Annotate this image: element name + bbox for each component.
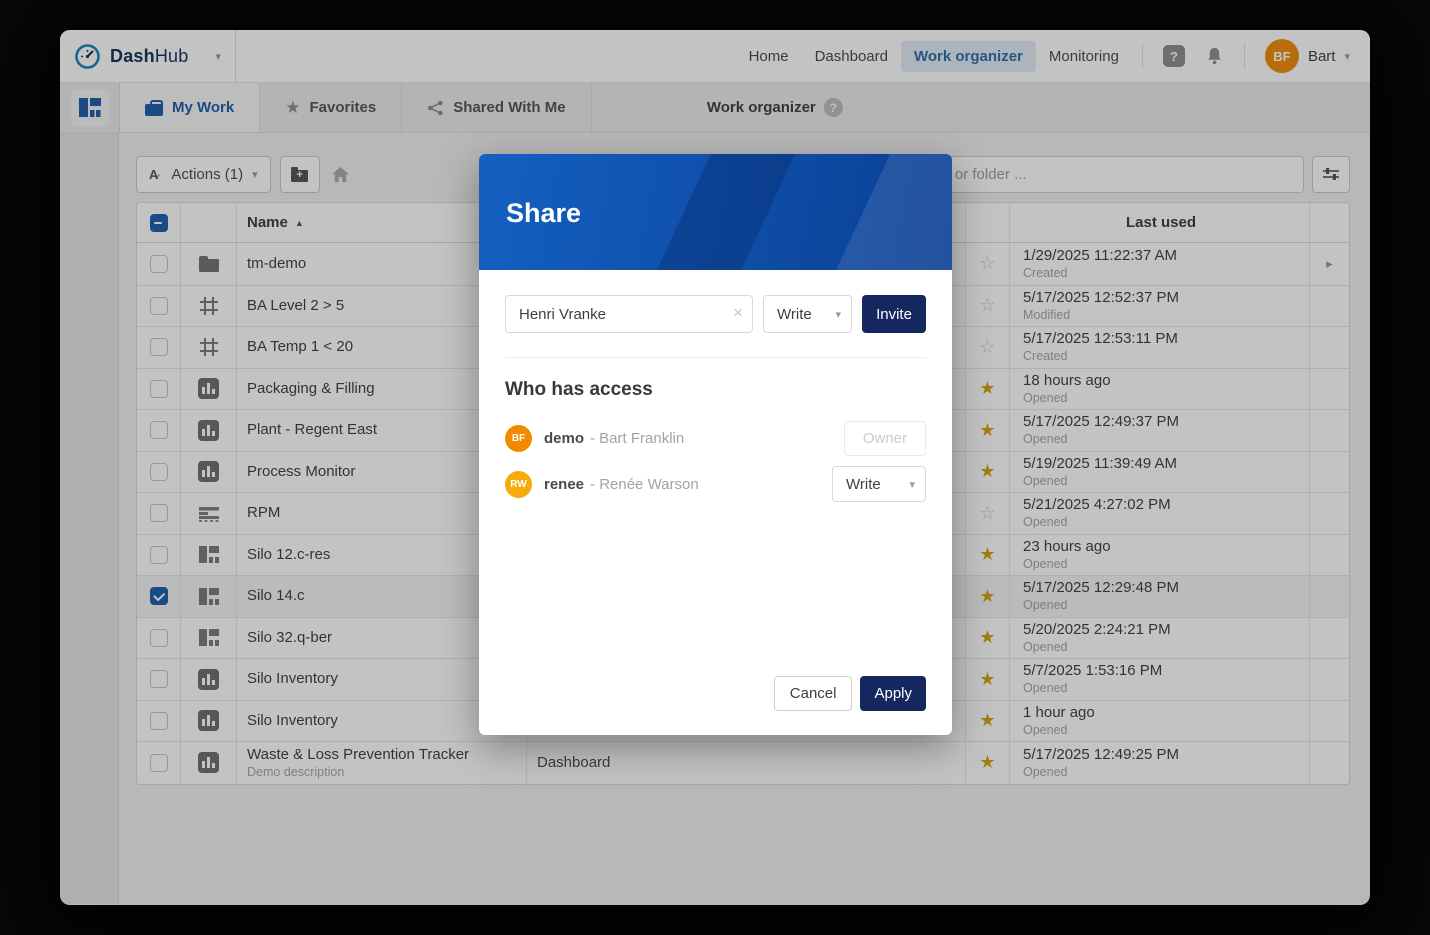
divider xyxy=(505,357,926,358)
permission-value: Write xyxy=(777,306,812,323)
invite-permission-select[interactable]: Write ▾ xyxy=(763,295,852,333)
share-modal: Share × Write ▾ Invite Who has access BF… xyxy=(479,154,952,735)
access-fullname: - Renée Warson xyxy=(590,476,699,493)
invite-button[interactable]: Invite xyxy=(862,295,926,333)
access-fullname: - Bart Franklin xyxy=(590,430,684,447)
access-username: renee xyxy=(544,476,584,493)
access-avatar: BF xyxy=(505,425,532,452)
access-row: RW renee - Renée Warson Write▾ xyxy=(505,461,926,507)
modal-title: Share xyxy=(506,198,952,229)
cancel-button[interactable]: Cancel xyxy=(774,676,853,711)
owner-role-button: Owner xyxy=(844,421,926,456)
invite-user-input[interactable] xyxy=(505,295,753,333)
access-avatar: RW xyxy=(505,471,532,498)
apply-button[interactable]: Apply xyxy=(860,676,926,711)
app-window: DashHub ▾ Home Dashboard Work organizer … xyxy=(60,30,1370,905)
chevron-down-icon: ▾ xyxy=(835,308,841,321)
access-row: BF demo - Bart Franklin Owner xyxy=(505,415,926,461)
access-permission-select[interactable]: Write▾ xyxy=(832,466,926,502)
who-has-access-heading: Who has access xyxy=(505,379,926,401)
clear-input-icon[interactable]: × xyxy=(733,303,743,323)
access-username: demo xyxy=(544,430,584,447)
share-modal-header: Share xyxy=(479,154,952,270)
chevron-down-icon: ▾ xyxy=(909,478,915,491)
